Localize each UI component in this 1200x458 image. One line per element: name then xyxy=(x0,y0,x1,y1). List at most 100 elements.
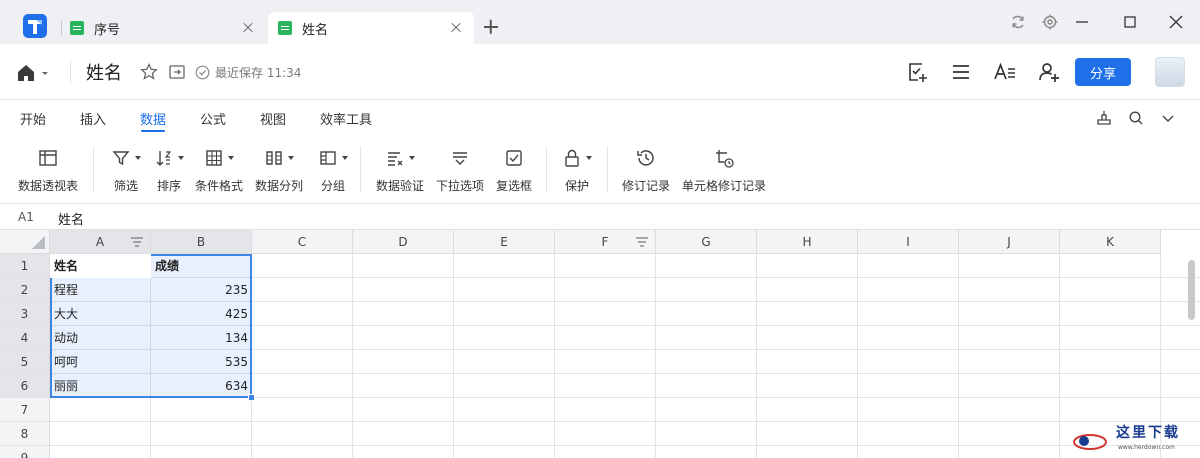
cell-a4[interactable]: 动动 xyxy=(50,326,151,350)
cell-revision-history-button[interactable]: 单元格修订记录 xyxy=(682,144,766,194)
row-header-6[interactable]: 6 xyxy=(0,374,50,398)
document-header: 姓名 最近保存 11:34 分享 xyxy=(0,44,1200,100)
data-validation-icon xyxy=(388,152,403,166)
font-format-icon[interactable] xyxy=(993,60,1017,84)
close-icon[interactable] xyxy=(238,18,258,38)
chevron-down-icon[interactable] xyxy=(1159,109,1177,127)
cell-a6[interactable]: 丽丽 xyxy=(50,374,151,398)
brush-icon[interactable] xyxy=(1095,109,1113,127)
history-icon xyxy=(637,150,654,166)
tab-label: 序号 xyxy=(94,22,121,38)
star-icon[interactable] xyxy=(140,63,158,81)
toolbar-divider xyxy=(360,146,361,192)
cell-b6[interactable]: 634 xyxy=(151,374,252,398)
row-header-5[interactable]: 5 xyxy=(0,350,50,374)
tool-label: 数据透视表 xyxy=(18,179,79,193)
checkbox-icon xyxy=(506,150,522,166)
home-button[interactable] xyxy=(16,62,56,84)
split-column-button[interactable]: 数据分列 xyxy=(255,144,303,194)
document-title[interactable]: 姓名 xyxy=(86,59,122,85)
cell-a2[interactable]: 程程 xyxy=(50,278,151,302)
cell-b2[interactable]: 235 xyxy=(151,278,252,302)
share-button[interactable]: 分享 xyxy=(1075,58,1131,86)
maximize-icon[interactable] xyxy=(1120,12,1140,32)
cell-a5[interactable]: 呵呵 xyxy=(50,350,151,374)
group-button[interactable]: 分组 xyxy=(318,144,348,194)
settings-gear-icon[interactable] xyxy=(1040,12,1060,32)
watermark-logo: 这里下载 www.herdown.com xyxy=(1070,418,1195,458)
pivot-table-button[interactable]: 数据透视表 xyxy=(18,144,78,194)
split-column-icon xyxy=(266,151,282,165)
select-all-corner[interactable] xyxy=(0,230,50,254)
menu-item-insert[interactable]: 插入 xyxy=(80,109,106,128)
watermark-text: 这里下载 xyxy=(1116,425,1180,441)
dropdown-options-button[interactable]: 下拉选项 xyxy=(436,144,484,194)
sort-button[interactable]: 排序 xyxy=(154,144,184,194)
cell-b3[interactable]: 425 xyxy=(151,302,252,326)
vertical-scrollbar[interactable] xyxy=(1188,260,1195,320)
tool-label: 单元格修订记录 xyxy=(682,179,767,193)
menu-lines-icon[interactable] xyxy=(949,60,973,84)
checkbox-button[interactable]: 复选框 xyxy=(496,144,532,194)
column-header-b[interactable]: B xyxy=(151,230,252,254)
pivot-table-icon xyxy=(39,150,57,166)
window-close-icon[interactable] xyxy=(1166,12,1186,32)
check-circle-icon xyxy=(195,65,210,80)
minimize-icon[interactable] xyxy=(1072,12,1092,32)
spreadsheet-icon xyxy=(70,21,84,35)
column-header-k[interactable]: K xyxy=(1060,230,1161,254)
row-header-7[interactable]: 7 xyxy=(0,398,50,422)
column-filter-icon[interactable] xyxy=(130,236,144,248)
cell-b1[interactable]: 成绩 xyxy=(151,254,252,278)
move-to-folder-icon[interactable] xyxy=(168,63,186,81)
row-header-8[interactable]: 8 xyxy=(0,422,50,446)
row-header-2[interactable]: 2 xyxy=(0,278,50,302)
column-header-h[interactable]: H xyxy=(757,230,858,254)
column-header-c[interactable]: C xyxy=(252,230,353,254)
close-icon[interactable] xyxy=(446,18,466,38)
toolbar-divider xyxy=(93,146,94,192)
menu-item-data[interactable]: 数据 xyxy=(140,109,166,128)
column-header-i[interactable]: I xyxy=(858,230,959,254)
column-filter-icon[interactable] xyxy=(635,236,649,248)
menu-item-formula[interactable]: 公式 xyxy=(200,109,226,128)
app-logo-icon[interactable] xyxy=(22,13,48,39)
filter-button[interactable]: 筛选 xyxy=(111,144,141,194)
row-header-3[interactable]: 3 xyxy=(0,302,50,326)
home-icon xyxy=(18,65,48,81)
column-header-g[interactable]: G xyxy=(656,230,757,254)
cell-a1[interactable]: 姓名 xyxy=(50,254,151,278)
menu-item-efficiency-tools[interactable]: 效率工具 xyxy=(320,109,372,128)
row-header-1[interactable]: 1 xyxy=(0,254,50,278)
column-header-d[interactable]: D xyxy=(353,230,454,254)
cell-b4[interactable]: 134 xyxy=(151,326,252,350)
row-header-9[interactable]: 9 xyxy=(0,446,50,458)
spreadsheet-grid[interactable]: A B C D E F G H I J K 1 2 3 4 5 6 7 8 9 … xyxy=(0,230,1200,458)
data-validation-button[interactable]: 数据验证 xyxy=(376,144,424,194)
menu-item-start[interactable]: 开始 xyxy=(20,109,46,128)
cell-reference[interactable]: A1 xyxy=(18,210,34,224)
column-header-e[interactable]: E xyxy=(454,230,555,254)
search-icon[interactable] xyxy=(1127,109,1145,127)
new-tab-plus-icon[interactable] xyxy=(482,18,500,36)
column-header-j[interactable]: J xyxy=(959,230,1060,254)
protect-button[interactable]: 保护 xyxy=(562,144,592,194)
formula-input[interactable]: 姓名 xyxy=(58,209,84,228)
avatar[interactable] xyxy=(1155,57,1185,87)
sign-document-icon[interactable] xyxy=(905,60,929,84)
conditional-format-button[interactable]: 条件格式 xyxy=(195,144,243,194)
sync-icon[interactable] xyxy=(1008,12,1028,32)
cell-b5[interactable]: 535 xyxy=(151,350,252,374)
tab-sheet-2[interactable]: 姓名 xyxy=(268,12,474,44)
tool-label: 数据分列 xyxy=(255,179,304,193)
menu-item-view[interactable]: 视图 xyxy=(260,109,286,128)
tool-label: 排序 xyxy=(156,179,181,193)
revision-history-button[interactable]: 修订记录 xyxy=(622,144,670,194)
tab-label: 姓名 xyxy=(302,22,329,38)
save-status-text: 最近保存 11:34 xyxy=(215,66,302,80)
add-collaborator-icon[interactable] xyxy=(1037,60,1061,84)
row-header-4[interactable]: 4 xyxy=(0,326,50,350)
filter-icon xyxy=(112,151,130,166)
tab-sheet-1[interactable]: 序号 xyxy=(60,12,266,44)
cell-a3[interactable]: 大大 xyxy=(50,302,151,326)
